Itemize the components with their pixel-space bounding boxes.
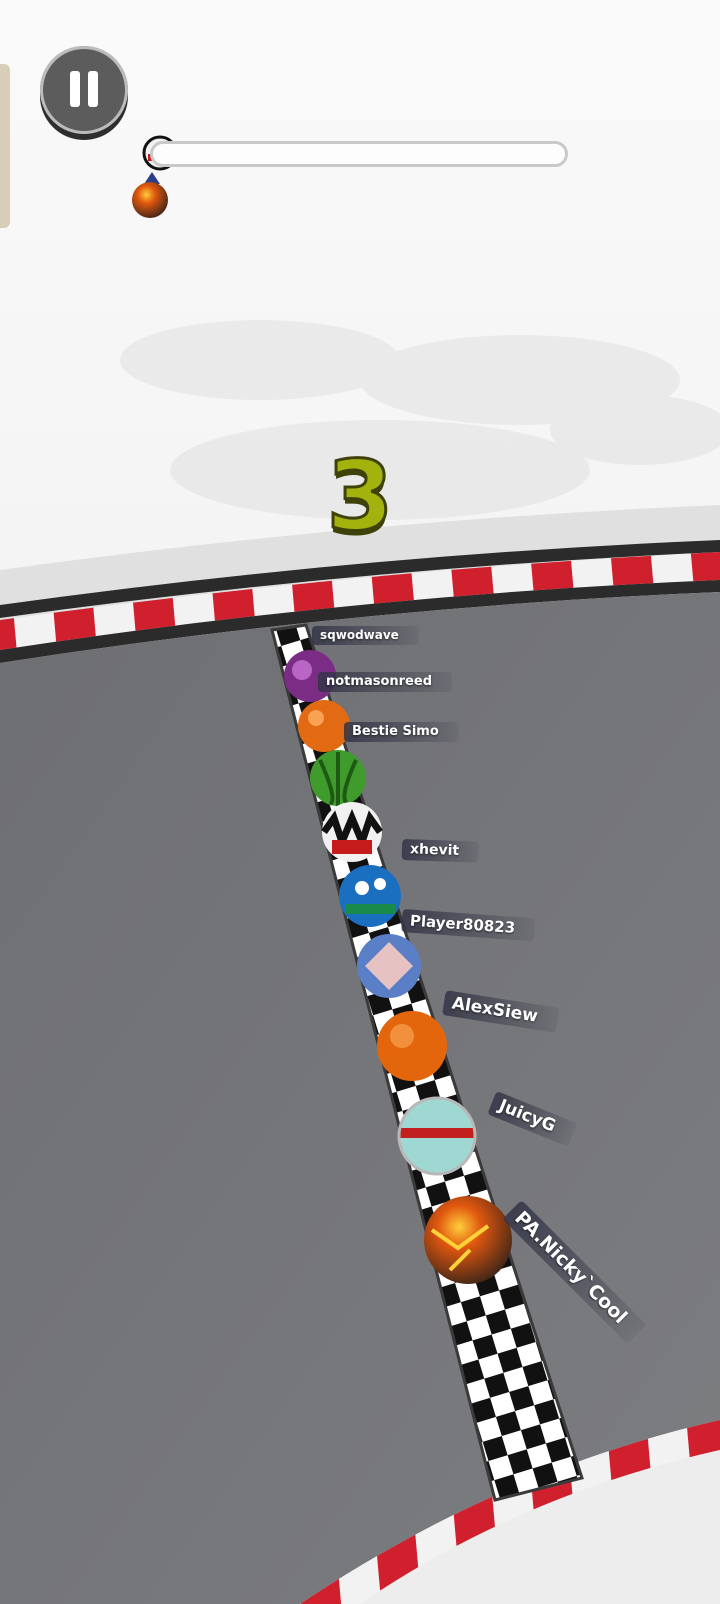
racer-ball-2 — [298, 700, 350, 752]
racer-ball-3 — [310, 750, 366, 806]
race-scene — [0, 0, 720, 1604]
racer-ball-9-player — [424, 1196, 512, 1284]
racer-ball-6 — [357, 934, 421, 998]
racer-name-tag: notmasonreed — [318, 672, 452, 692]
racer-name-tag: xhevit — [401, 839, 480, 863]
racer-ball-7 — [377, 1011, 447, 1081]
racer-ball-5 — [339, 865, 401, 927]
racer-name-tag: sqwodwave — [312, 626, 419, 645]
pause-icon — [70, 71, 80, 107]
pause-button[interactable] — [40, 46, 128, 134]
racer-name-tag: Bestie Simo — [344, 722, 459, 742]
racer-ball-4 — [321, 802, 383, 862]
countdown-number: 3 — [325, 439, 395, 554]
racer-ball-8 — [397, 1096, 477, 1176]
race-progress-bar — [150, 141, 568, 167]
side-drawer-tab[interactable] — [0, 64, 10, 228]
